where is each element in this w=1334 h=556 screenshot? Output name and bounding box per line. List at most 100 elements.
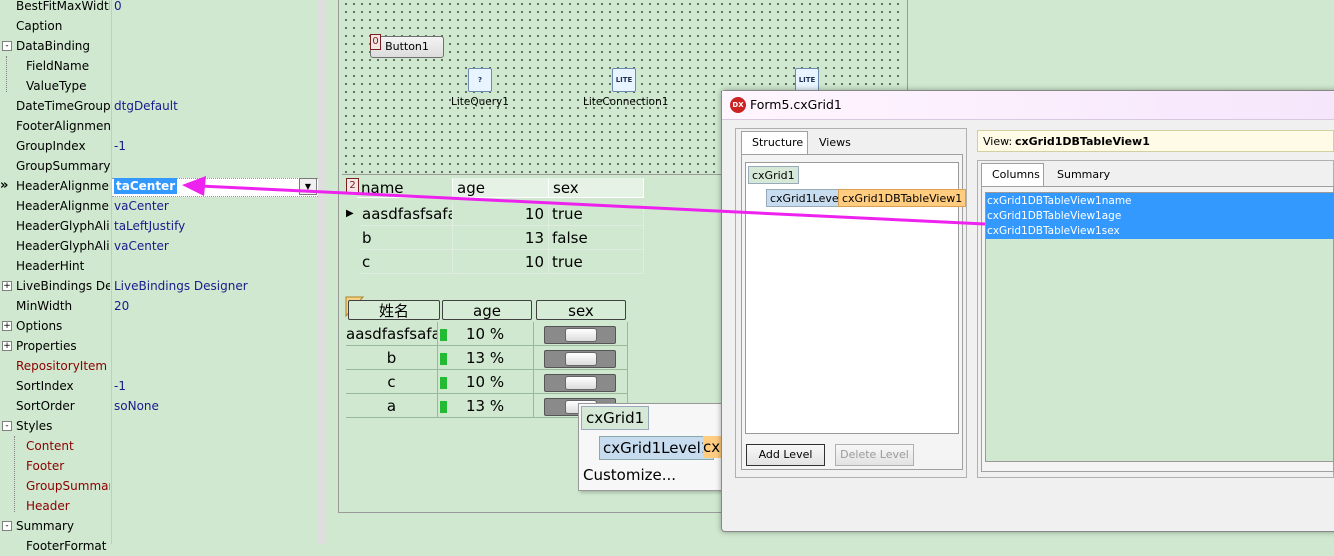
column-item[interactable]: cxGrid1DBTableView1name [987, 194, 1334, 209]
expand-icon[interactable]: + [2, 281, 12, 291]
grid-level-popup[interactable]: cxGrid1 cxGrid1Level1 cx Customize... [578, 403, 730, 491]
property-row[interactable]: + Properties [0, 336, 318, 356]
button1[interactable]: Button1 [370, 36, 444, 58]
property-value[interactable]: 0 [114, 0, 122, 16]
toggle-switch[interactable] [544, 350, 616, 368]
expand-icon[interactable]: + [2, 341, 12, 351]
column-item[interactable]: cxGrid1DBTableView1age [987, 209, 1334, 224]
cx-grid[interactable]: 姓名 age sex aasdfasfsafa 10 % b 13 % c 10… [344, 296, 632, 418]
property-row[interactable]: SortIndex -1 [0, 376, 318, 396]
db-col-header-name[interactable]: name [357, 178, 453, 198]
lite-connection-icon[interactable]: LITE [612, 68, 636, 92]
property-row[interactable]: GroupSummaryAl [0, 156, 318, 176]
property-value[interactable]: vaCenter [114, 196, 169, 216]
property-value[interactable]: LiveBindings Designer [114, 276, 248, 296]
tree-grid-node[interactable]: cxGrid1 [748, 166, 799, 184]
db-cell[interactable]: c [361, 250, 453, 274]
cx-cell[interactable]: b [346, 346, 438, 370]
cx-progress-cell[interactable]: 10 % [438, 370, 534, 394]
property-row[interactable]: GroupSummary [0, 476, 318, 496]
property-row[interactable]: FieldName [0, 56, 318, 76]
property-row[interactable]: MinWidth 20 [0, 296, 318, 316]
cx-cell[interactable]: a [346, 394, 438, 418]
cx-toggle-cell[interactable] [534, 370, 628, 394]
tree-view-node[interactable]: cxGrid1DBTableView1 [838, 189, 967, 207]
db-col-header-age[interactable]: age [453, 178, 549, 198]
toggle-switch[interactable] [544, 326, 616, 344]
db-grid[interactable]: 2 name age sex ▶ aasdfasfsafas 10 true b… [344, 178, 644, 290]
cx-toggle-cell[interactable] [534, 346, 628, 370]
collapse-icon[interactable]: - [2, 41, 12, 51]
property-row[interactable]: - DataBinding [0, 36, 318, 56]
cx-col-header-sex[interactable]: sex [536, 300, 626, 320]
property-row[interactable]: Header [0, 496, 318, 516]
property-value[interactable]: dtgDefault [114, 96, 178, 116]
tab-columns[interactable]: Columns [981, 163, 1044, 187]
popup-level-node[interactable]: cxGrid1Level1 [599, 436, 715, 460]
property-row[interactable]: HeaderAlignment vaCenter [0, 196, 318, 216]
property-value[interactable]: soNone [114, 396, 159, 416]
cx-progress-cell[interactable]: 10 % [438, 322, 534, 346]
db-cell[interactable]: 13 [453, 226, 549, 250]
db-col-header-sex[interactable]: sex [549, 178, 644, 198]
cx-toggle-cell[interactable] [534, 322, 628, 346]
property-row[interactable]: HeaderGlyphAlign taLeftJustify [0, 216, 318, 236]
collapse-icon[interactable]: - [2, 421, 12, 431]
expand-icon[interactable]: + [2, 321, 12, 331]
property-row[interactable]: DateTimeGroupin dtgDefault [0, 96, 318, 116]
devexpress-icon: DX [730, 97, 746, 113]
toggle-knob [565, 352, 597, 366]
lite-query-icon[interactable]: ? [468, 68, 492, 92]
cx-progress-cell[interactable]: 13 % [438, 394, 534, 418]
popup-grid-node[interactable]: cxGrid1 [581, 406, 650, 430]
property-row[interactable]: Footer [0, 456, 318, 476]
property-row[interactable]: GroupIndex -1 [0, 136, 318, 156]
db-cell[interactable]: false [549, 226, 644, 250]
toggle-switch[interactable] [544, 374, 616, 392]
property-row[interactable]: RepositoryItem [0, 356, 318, 376]
cx-cell[interactable]: aasdfasfsafa [346, 322, 438, 346]
collapse-icon[interactable]: - [2, 521, 12, 531]
property-row[interactable]: Caption [0, 16, 318, 36]
db-cell[interactable]: b [361, 226, 453, 250]
cx-progress-cell[interactable]: 13 % [438, 346, 534, 370]
lite-datasource-icon[interactable]: LITE [795, 68, 819, 92]
property-row-selected[interactable]: HeaderAlignment [0, 176, 318, 196]
db-cell[interactable]: true [549, 202, 644, 226]
property-row[interactable]: FooterFormat [0, 536, 318, 556]
db-cell[interactable]: 10 [453, 202, 549, 226]
property-value[interactable]: 20 [114, 296, 129, 316]
column-item[interactable]: cxGrid1DBTableView1sex [987, 224, 1334, 239]
db-cell[interactable]: 10 [453, 250, 549, 274]
cx-cell[interactable]: c [346, 370, 438, 394]
property-row[interactable]: Content [0, 436, 318, 456]
splitter[interactable] [318, 0, 326, 544]
property-row[interactable]: + LiveBindings Desig LiveBindings Designer [0, 276, 318, 296]
delete-level-button[interactable]: Delete Level [835, 444, 914, 466]
cx-col-header-name[interactable]: 姓名 [348, 300, 440, 320]
property-value[interactable]: taLeftJustify [114, 216, 185, 236]
property-name: Options [16, 319, 63, 333]
cx-col-header-age[interactable]: age [442, 300, 532, 320]
property-name: DateTimeGroupin [16, 99, 110, 113]
property-value[interactable]: -1 [114, 376, 126, 396]
property-row[interactable]: BestFitMaxWidth 0 [0, 0, 318, 16]
property-row[interactable]: SortOrder soNone [0, 396, 318, 416]
tab-structure[interactable]: Structure [741, 131, 808, 155]
property-row[interactable]: ValueType [0, 76, 318, 96]
db-cell[interactable]: aasdfasfsafas [361, 202, 453, 226]
view-caption-label: View: [983, 135, 1013, 148]
tab-views[interactable]: Views [809, 132, 869, 154]
property-value[interactable]: vaCenter [114, 236, 169, 256]
add-level-button[interactable]: Add Level [746, 444, 825, 466]
property-row[interactable]: HeaderGlyphAlign vaCenter [0, 236, 318, 256]
db-cell[interactable]: true [549, 250, 644, 274]
property-row[interactable]: HeaderHint [0, 256, 318, 276]
tab-summary[interactable]: Summary [1047, 164, 1117, 186]
property-row[interactable]: - Styles [0, 416, 318, 436]
property-row[interactable]: + Options [0, 316, 318, 336]
property-row[interactable]: FooterAlignmentH [0, 116, 318, 136]
property-value[interactable]: -1 [114, 136, 126, 156]
property-row[interactable]: - Summary [0, 516, 318, 536]
customize-link[interactable]: Customize... [583, 466, 676, 484]
